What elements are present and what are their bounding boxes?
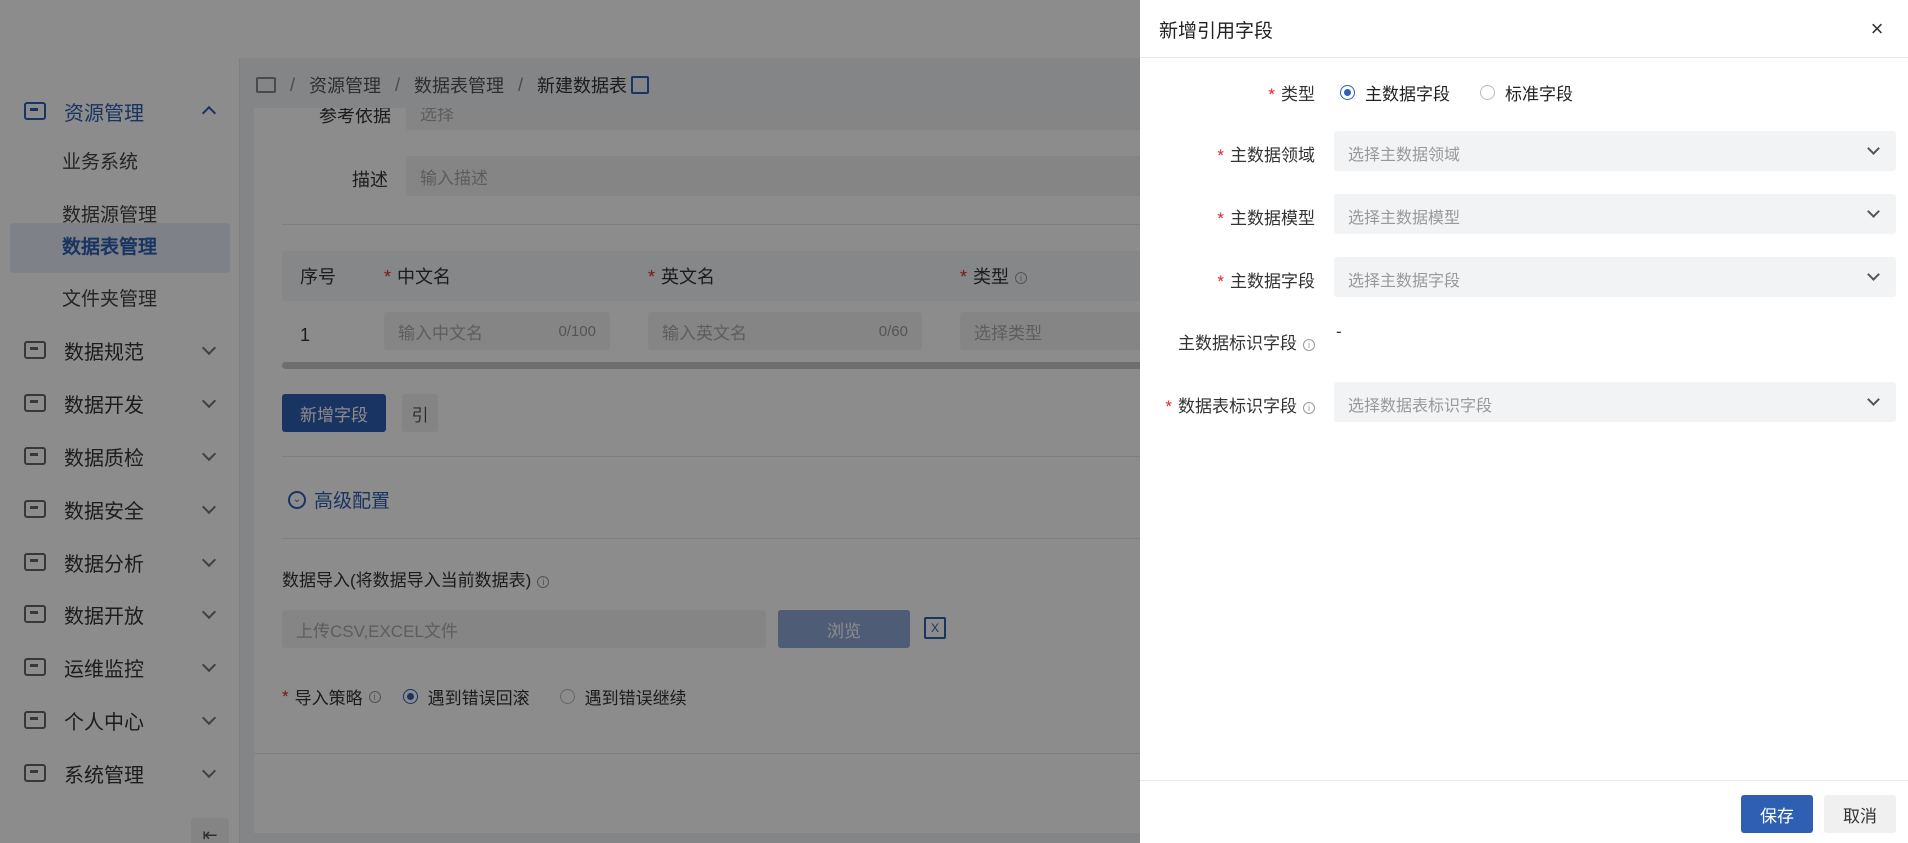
domain-label-text: 主数据领域 xyxy=(1230,146,1315,165)
cancel-button[interactable]: 取消 xyxy=(1824,795,1896,833)
model-placeholder: 选择主数据模型 xyxy=(1348,210,1461,227)
field-placeholder: 选择主数据字段 xyxy=(1348,273,1461,290)
drawer-title: 新增引用字段 xyxy=(1159,21,1274,42)
model-label-text: 主数据模型 xyxy=(1230,209,1315,228)
type-label: * 类型 xyxy=(1268,85,1315,104)
chevron-down-icon xyxy=(1867,268,1880,281)
save-button[interactable]: 保存 xyxy=(1741,795,1813,833)
radio-empty-icon xyxy=(1480,85,1495,100)
chevron-down-icon xyxy=(1867,142,1880,155)
info-icon: i xyxy=(1303,401,1315,414)
domain-label: * 主数据领域 xyxy=(1217,146,1315,165)
id-field-label-text: 主数据标识字段 xyxy=(1178,334,1297,353)
model-label: * 主数据模型 xyxy=(1217,209,1315,228)
master-field-select[interactable]: 选择主数据字段 xyxy=(1334,257,1896,297)
chevron-down-icon xyxy=(1867,393,1880,406)
master-domain-select[interactable]: 选择主数据领域 xyxy=(1334,131,1896,171)
close-icon[interactable]: × xyxy=(1864,16,1890,42)
id-field-label: 主数据标识字段 i xyxy=(1140,329,1315,354)
master-model-select[interactable]: 选择主数据模型 xyxy=(1334,194,1896,234)
type-option-standard[interactable]: 标准字段 xyxy=(1480,80,1573,105)
add-reference-field-drawer: 新增引用字段 × * 类型 主数据字段 标准字段 * 主数据领域 选择主数据领域 *… xyxy=(1140,0,1908,843)
radio-selected-icon xyxy=(1340,85,1355,100)
table-id-label-text: 数据表标识字段 xyxy=(1178,397,1297,416)
table-id-placeholder: 选择数据表标识字段 xyxy=(1348,398,1493,415)
field-label: * 主数据字段 xyxy=(1217,272,1315,291)
type-option-master[interactable]: 主数据字段 xyxy=(1340,80,1450,105)
info-icon: i xyxy=(1303,338,1315,351)
drawer-header: 新增引用字段 × xyxy=(1140,0,1908,58)
type-radio-group: 主数据字段 标准字段 xyxy=(1340,80,1603,105)
chevron-down-icon xyxy=(1867,205,1880,218)
id-field-value: - xyxy=(1336,322,1342,341)
table-id-field-select[interactable]: 选择数据表标识字段 xyxy=(1334,382,1896,422)
type-label-text: 类型 xyxy=(1281,85,1315,104)
table-id-label: * 数据表标识字段 i xyxy=(1140,392,1315,417)
field-label-text: 主数据字段 xyxy=(1230,272,1315,291)
drawer-footer: 保存 取消 xyxy=(1140,780,1908,843)
type-option-label: 标准字段 xyxy=(1505,85,1573,104)
type-option-label: 主数据字段 xyxy=(1365,85,1450,104)
domain-placeholder: 选择主数据领域 xyxy=(1348,147,1461,164)
